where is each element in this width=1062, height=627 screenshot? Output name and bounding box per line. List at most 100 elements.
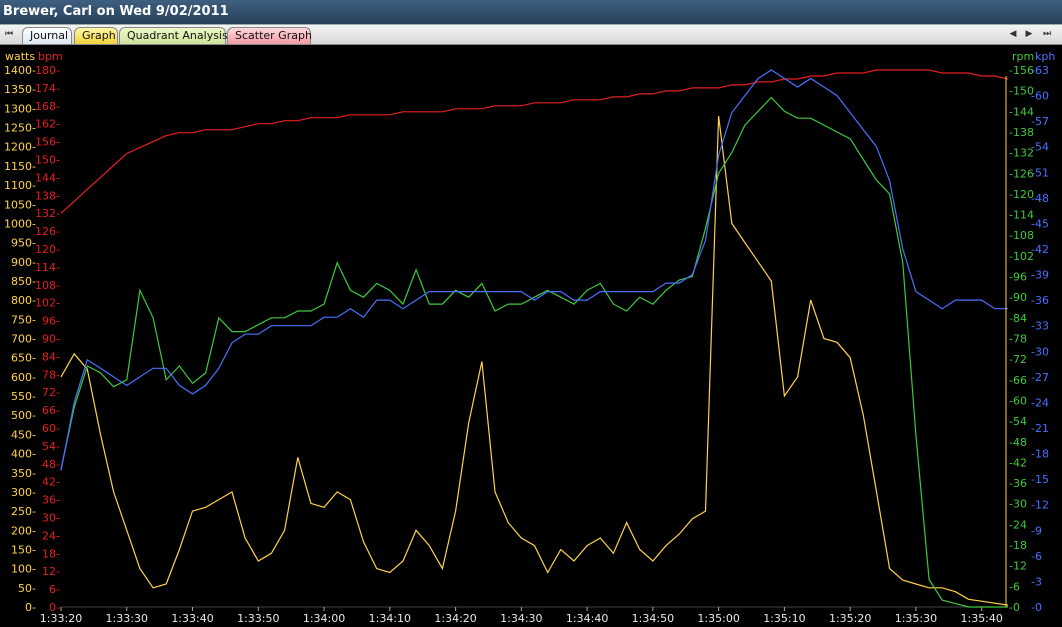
first-icon[interactable]: ⏮ bbox=[2, 27, 16, 41]
rpm-tick-label: -96 bbox=[1009, 271, 1027, 284]
kph-tick-label: -12 bbox=[1031, 499, 1049, 512]
bpm-tick-label: 162- bbox=[35, 118, 60, 131]
kph-tick-label: -0 bbox=[1031, 601, 1042, 614]
bpm-tick-label: 30- bbox=[42, 512, 60, 525]
time-tick-label: 1:34:40 bbox=[566, 612, 608, 625]
rpm-tick-label: -42 bbox=[1009, 456, 1027, 469]
bpm-tick-label: 126- bbox=[35, 225, 60, 238]
kph-tick-label: -21 bbox=[1031, 422, 1049, 435]
watts-tick-label: 950- bbox=[11, 237, 36, 250]
bpm-tick-label: 174- bbox=[35, 82, 60, 95]
rpm-tick-label: -18 bbox=[1009, 539, 1027, 552]
watts-tick-label: 1000- bbox=[4, 217, 36, 230]
kph-tick-label: -42 bbox=[1031, 243, 1049, 256]
bpm-tick-label: 12- bbox=[42, 565, 60, 578]
watts-axis-label: watts bbox=[5, 50, 35, 63]
rpm-tick-label: -24 bbox=[1009, 518, 1027, 531]
tab-graph[interactable]: Graph bbox=[74, 27, 118, 44]
watts-tick-label: 1200- bbox=[4, 141, 36, 154]
rpm-tick-label: -0 bbox=[1009, 601, 1020, 614]
ride-graph: 0- 50- 100- 150- 200- 250- 300- 350- 400- 450- 500… bbox=[0, 46, 1062, 627]
bpm-tick-label: 6- bbox=[49, 583, 60, 596]
watts-tick-label: 1050- bbox=[4, 198, 36, 211]
time-tick-label: 1:35:00 bbox=[697, 612, 739, 625]
last-icon[interactable]: ⏭ bbox=[1040, 27, 1054, 41]
watts-tick-label: 50- bbox=[18, 582, 36, 595]
time-tick-label: 1:35:30 bbox=[895, 612, 937, 625]
bpm-tick-label: 138- bbox=[35, 189, 60, 202]
tab-bar: ⏮ Journal Graph Quadrant Analysis Scatte… bbox=[0, 24, 1062, 45]
kph-axis-label: kph bbox=[1035, 50, 1055, 63]
kph-tick-label: -63 bbox=[1031, 64, 1049, 77]
window-title: Brewer, Carl on Wed 9/02/2011 bbox=[0, 0, 1062, 24]
bpm-tick-label: 24- bbox=[42, 529, 60, 542]
bpm-tick-label: 180- bbox=[35, 64, 60, 77]
tab-quadrant-analysis[interactable]: Quadrant Analysis bbox=[119, 27, 228, 44]
chart-background bbox=[0, 46, 1062, 627]
bpm-tick-label: 102- bbox=[35, 297, 60, 310]
rpm-tick-label: -66 bbox=[1009, 374, 1027, 387]
kph-tick-label: -54 bbox=[1031, 141, 1049, 154]
rpm-tick-label: -84 bbox=[1009, 312, 1027, 325]
watts-tick-label: 300- bbox=[11, 486, 36, 499]
bpm-tick-label: 72- bbox=[42, 386, 60, 399]
watts-tick-label: 750- bbox=[11, 313, 36, 326]
bpm-tick-label: 156- bbox=[35, 136, 60, 149]
watts-tick-label: 800- bbox=[11, 294, 36, 307]
tab-scatter-graph[interactable]: Scatter Graph bbox=[227, 27, 312, 44]
watts-tick-label: 1400- bbox=[4, 64, 36, 77]
watts-tick-label: 1300- bbox=[4, 102, 36, 115]
rpm-tick-label: -48 bbox=[1009, 436, 1027, 449]
watts-tick-label: 250- bbox=[11, 505, 36, 518]
watts-tick-label: 150- bbox=[11, 543, 36, 556]
watts-tick-label: 900- bbox=[11, 256, 36, 269]
watts-tick-label: 850- bbox=[11, 275, 36, 288]
watts-tick-label: 1150- bbox=[4, 160, 36, 173]
time-tick-label: 1:34:30 bbox=[500, 612, 542, 625]
watts-tick-label: 600- bbox=[11, 371, 36, 384]
kph-tick-label: -30 bbox=[1031, 345, 1049, 358]
rpm-tick-label: -60 bbox=[1009, 394, 1027, 407]
kph-tick-label: -24 bbox=[1031, 396, 1049, 409]
watts-tick-label: 1350- bbox=[4, 83, 36, 96]
bpm-tick-label: 120- bbox=[35, 243, 60, 256]
watts-tick-label: 700- bbox=[11, 333, 36, 346]
kph-tick-label: -27 bbox=[1031, 371, 1049, 384]
bpm-tick-label: 96- bbox=[42, 315, 60, 328]
watts-tick-label: 450- bbox=[11, 428, 36, 441]
kph-tick-label: -9 bbox=[1031, 524, 1042, 537]
watts-tick-label: 400- bbox=[11, 448, 36, 461]
bpm-axis-label: bpm bbox=[38, 50, 63, 63]
time-tick-label: 1:33:20 bbox=[40, 612, 82, 625]
kph-tick-label: -33 bbox=[1031, 320, 1049, 333]
time-tick-label: 1:34:10 bbox=[369, 612, 411, 625]
rpm-tick-label: -12 bbox=[1009, 560, 1027, 573]
prev-icon[interactable]: ◀ bbox=[1006, 27, 1020, 41]
watts-tick-label: 1100- bbox=[4, 179, 36, 192]
bpm-tick-label: 168- bbox=[35, 100, 60, 113]
time-tick-label: 1:35:20 bbox=[829, 612, 871, 625]
kph-tick-label: -39 bbox=[1031, 269, 1049, 282]
kph-tick-label: -48 bbox=[1031, 192, 1049, 205]
rpm-axis-label: rpm bbox=[1012, 50, 1034, 63]
watts-tick-label: 500- bbox=[11, 409, 36, 422]
watts-tick-label: 550- bbox=[11, 390, 36, 403]
bpm-tick-label: 36- bbox=[42, 494, 60, 507]
watts-tick-label: 650- bbox=[11, 352, 36, 365]
next-icon[interactable]: ▶ bbox=[1022, 27, 1036, 41]
tab-journal[interactable]: Journal bbox=[22, 27, 72, 44]
kph-tick-label: -51 bbox=[1031, 166, 1049, 179]
bpm-tick-label: 150- bbox=[35, 154, 60, 167]
kph-tick-label: -45 bbox=[1031, 217, 1049, 230]
rpm-tick-label: -30 bbox=[1009, 498, 1027, 511]
bpm-tick-label: 84- bbox=[42, 350, 60, 363]
kph-tick-label: -18 bbox=[1031, 448, 1049, 461]
watts-tick-label: 350- bbox=[11, 467, 36, 480]
bpm-tick-label: 48- bbox=[42, 458, 60, 471]
watts-tick-label: 100- bbox=[11, 563, 36, 576]
time-tick-label: 1:34:00 bbox=[303, 612, 345, 625]
bpm-tick-label: 90- bbox=[42, 333, 60, 346]
time-tick-label: 1:33:50 bbox=[237, 612, 279, 625]
kph-tick-label: -60 bbox=[1031, 90, 1049, 103]
bpm-tick-label: 54- bbox=[42, 440, 60, 453]
